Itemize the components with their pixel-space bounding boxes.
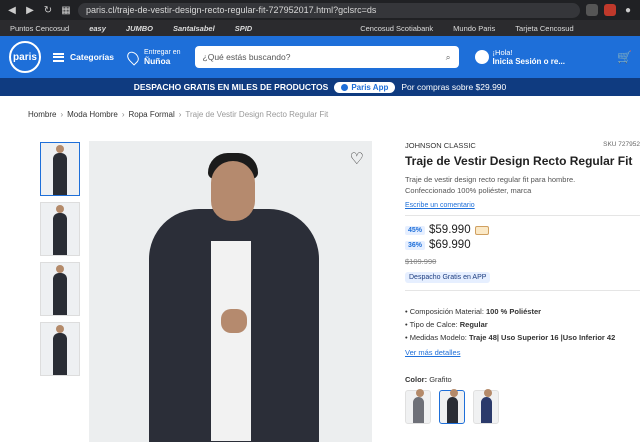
breadcrumb-current: Traje de Vestir Design Recto Regular Fit (185, 110, 329, 119)
paris-app-label: Paris App (351, 82, 389, 92)
browser-toolbar: ◀ ▶ ↻ ▦ paris.cl/traje-de-vestir-design-… (0, 0, 640, 20)
price-row: 45% $59.990 (405, 224, 640, 236)
extension-icon[interactable] (586, 4, 598, 16)
see-more-details-link[interactable]: Ver más detalles (405, 348, 640, 357)
color-swatch[interactable] (405, 389, 431, 424)
spec-list: • Composición Material: 100 % Poliéster … (405, 305, 640, 344)
breadcrumb-item[interactable]: Moda Hombre (67, 110, 118, 119)
head-shape (211, 161, 255, 221)
user-account[interactable]: ¡Hola! Inicia Sesión o re... (474, 48, 565, 66)
bookmark-item[interactable]: SPID (225, 24, 263, 33)
discount-badge: 45% (405, 225, 426, 235)
color-label: Color: (405, 375, 428, 384)
bookmark-item[interactable]: Puntos Cencosud (0, 24, 79, 33)
spec-value: Regular (459, 320, 488, 329)
normal-price: $109.990 (405, 257, 437, 266)
breadcrumb-separator-icon: › (60, 110, 64, 119)
color-swatches (405, 389, 640, 424)
color-swatch-selected[interactable] (439, 389, 465, 424)
bookmark-item[interactable]: Tarjeta Cencosud (505, 24, 583, 33)
product-info: JOHNSON CLASSIC SKU 727952 Traje de Vest… (405, 141, 640, 424)
bookmark-item[interactable]: SantaIsabel (163, 24, 225, 33)
free-shipping-badge: Despacho Gratis en APP (405, 272, 491, 283)
product-sku: SKU 727952 (603, 141, 640, 148)
shirt-shape (211, 241, 251, 441)
discount-badge: 36% (405, 240, 426, 250)
spec-label: Composición Material: (409, 307, 484, 316)
breadcrumb: Hombre › Moda Hombre › Ropa Formal › Tra… (28, 110, 328, 119)
bookmark-item[interactable]: easy (79, 24, 116, 33)
site-header: paris Categorías Entregar en Ñuñoa ¿Qué e… (0, 36, 640, 78)
delivery-location[interactable]: Entregar en Ñuñoa (124, 48, 181, 66)
bookmarks-grid-icon[interactable]: ▦ (60, 5, 72, 16)
reload-icon[interactable]: ↻ (42, 5, 54, 16)
forward-icon[interactable]: ▶ (24, 5, 36, 16)
write-review-link[interactable]: Escribe un comentario (405, 202, 640, 209)
product-description: Traje de vestir design recto regular fit… (405, 175, 576, 195)
login-link: Inicia Sesión o re... (492, 57, 565, 66)
product-thumbnail[interactable] (40, 202, 80, 256)
categories-label: Categorías (70, 52, 114, 62)
location-pin-icon (124, 48, 142, 66)
product-main-image[interactable]: ♡ (89, 141, 372, 442)
spec-item: • Medidas Modelo: Traje 48| Uso Superior… (405, 333, 616, 342)
spec-label: Medidas Modelo: (409, 333, 467, 342)
search-placeholder: ¿Qué estás buscando? (202, 52, 291, 62)
bookmarks-bar: Puntos Cencosud easy JUMBO SantaIsabel S… (0, 20, 640, 36)
delivery-label: Entregar en (143, 48, 181, 56)
internet-price: $69.990 (429, 239, 471, 251)
card-price: $59.990 (429, 224, 471, 236)
spec-label: Tipo de Calce: (409, 320, 458, 329)
hamburger-icon (53, 52, 64, 62)
user-icon (474, 50, 489, 64)
paris-logo[interactable]: paris (9, 41, 41, 73)
delivery-commune: Ñuñoa (143, 55, 171, 66)
color-value: Grafito (429, 375, 452, 384)
color-selector: Color: Grafito (405, 375, 640, 384)
toggle-dot-icon (341, 83, 349, 91)
promo-subtext: Por compras sobre $29.990 (401, 82, 507, 92)
product-title: Traje de Vestir Design Recto Regular Fit (405, 154, 633, 168)
profile-icon[interactable]: ● (622, 5, 634, 16)
bookmark-item[interactable]: Mundo Paris (443, 24, 505, 33)
product-brand[interactable]: JOHNSON CLASSIC (405, 141, 476, 150)
product-thumbnail[interactable] (40, 262, 80, 316)
user-greeting: ¡Hola! (492, 48, 513, 57)
spec-value: Traje 48| Uso Superior 16 |Uso Inferior … (468, 333, 616, 342)
bookmark-item[interactable]: Cencosud Scotiabank (350, 24, 443, 33)
product-thumbnail[interactable] (40, 142, 80, 196)
promo-text: DESPACHO GRATIS EN MILES DE PRODUCTOS (133, 82, 329, 92)
breadcrumb-separator-icon: › (121, 110, 125, 119)
color-swatch[interactable] (473, 389, 499, 424)
thumbnail-list (40, 142, 80, 382)
paris-app-toggle[interactable]: Paris App (334, 81, 396, 93)
breadcrumb-item[interactable]: Ropa Formal (128, 110, 174, 119)
spec-value: 100 % Poliéster (486, 307, 542, 316)
breadcrumb-separator-icon: › (178, 110, 182, 119)
divider (405, 215, 640, 216)
hand-shape (221, 309, 247, 333)
extension-badge-icon[interactable] (604, 4, 616, 16)
address-bar[interactable]: paris.cl/traje-de-vestir-design-recto-re… (78, 2, 580, 18)
back-icon[interactable]: ◀ (6, 5, 18, 16)
price-row: 36% $69.990 (405, 239, 640, 251)
breadcrumb-item[interactable]: Hombre (28, 110, 56, 119)
divider (405, 290, 640, 291)
promo-banner: DESPACHO GRATIS EN MILES DE PRODUCTOS Pa… (0, 78, 640, 96)
categories-menu[interactable]: Categorías (53, 52, 114, 62)
spec-item: • Tipo de Calce: Regular (405, 320, 488, 329)
cart-icon[interactable]: 🛒 (617, 50, 632, 64)
search-icon[interactable]: ⌕ (446, 52, 451, 63)
product-thumbnail[interactable] (40, 322, 80, 376)
bookmark-item[interactable]: JUMBO (116, 24, 163, 33)
heart-icon[interactable]: ♡ (350, 149, 364, 169)
search-input[interactable]: ¿Qué estás buscando? ⌕ (194, 46, 459, 68)
credit-card-icon (474, 225, 489, 235)
spec-item: • Composición Material: 100 % Poliéster (405, 307, 542, 316)
